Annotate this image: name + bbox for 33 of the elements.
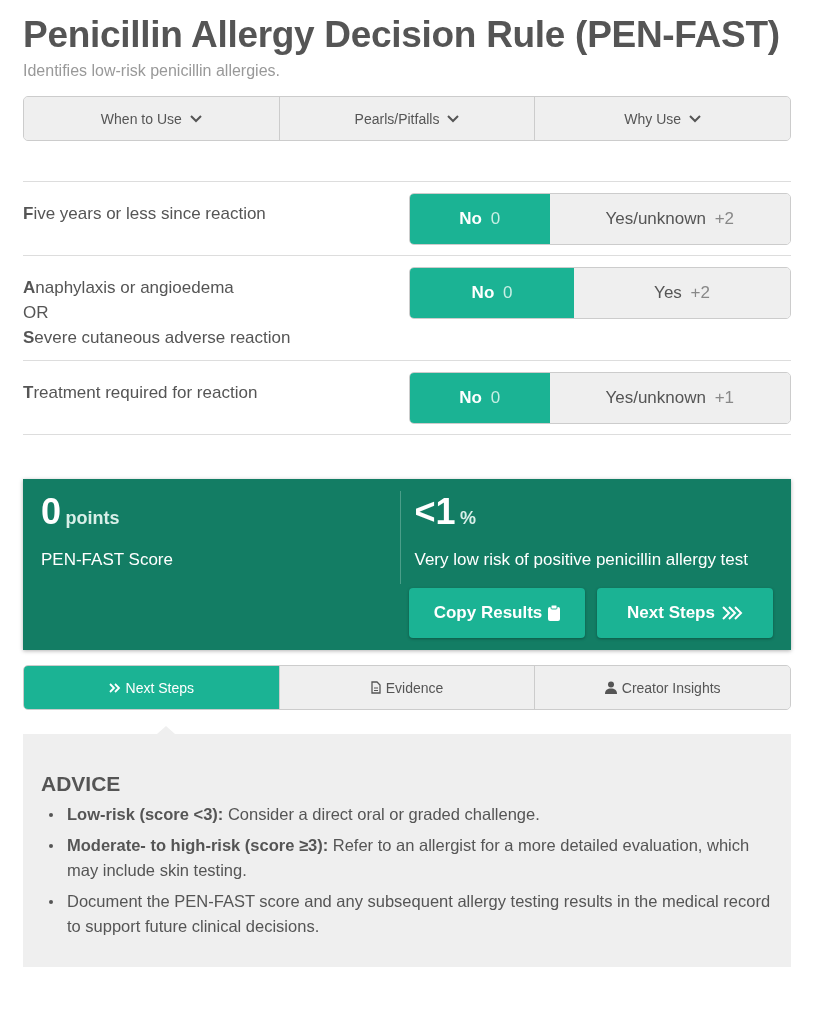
chevron-down-icon (689, 114, 702, 123)
question-label: Treatment required for reaction (23, 382, 258, 404)
score-value: 0 (41, 491, 62, 532)
question-label: OR (23, 302, 50, 324)
score-unit: points (65, 508, 120, 528)
advice-heading: ADVICE (41, 772, 122, 796)
bullet-icon (49, 813, 53, 817)
clipboard-icon (548, 605, 561, 621)
advice-item: Moderate- to high-risk (score ≥3): Refer to an allergist for a more detailed evaluation, which may include skin testing. (67, 835, 751, 881)
advice-item: Low-risk (score <3): Consider a direct oral or graded challenge. (67, 804, 540, 825)
answer-option[interactable]: Yes/unknown +1 (549, 373, 790, 423)
bullet-icon (49, 900, 53, 904)
risk-value: <1 (414, 491, 456, 532)
bullet-icon (49, 844, 53, 848)
chevron-down-icon (189, 114, 202, 123)
question-label: Severe cutaneous adverse reaction (23, 327, 291, 349)
page-title: Penicillin Allergy Decision Rule (PEN-FAST) (23, 14, 781, 56)
section-tab[interactable]: Creator Insights (534, 666, 790, 709)
question-label: Anaphylaxis or angioedema (23, 277, 235, 299)
document-icon (370, 681, 381, 694)
question-label: Five years or less since reaction (23, 203, 266, 225)
advice-item: Document the PEN-FAST score and any subsequent allergy testing results in the medical record to support future clinical decisions. (67, 891, 772, 937)
double-chevron-right-icon (108, 682, 121, 693)
person-icon (604, 681, 617, 694)
answer-option[interactable]: Yes/unknown +2 (549, 194, 790, 244)
score-label: PEN-FAST Score (41, 549, 174, 571)
chevron-down-icon (447, 114, 460, 123)
risk-unit: % (460, 508, 476, 528)
triple-chevron-right-icon (720, 606, 743, 620)
page-subtitle: Identifies low-risk penicillin allergies. (23, 62, 281, 80)
answer-option[interactable]: Yes +2 (574, 268, 790, 318)
info-tab[interactable]: Why Use (534, 97, 790, 140)
risk-description: Very low risk of positive penicillin allergy test (414, 549, 750, 571)
